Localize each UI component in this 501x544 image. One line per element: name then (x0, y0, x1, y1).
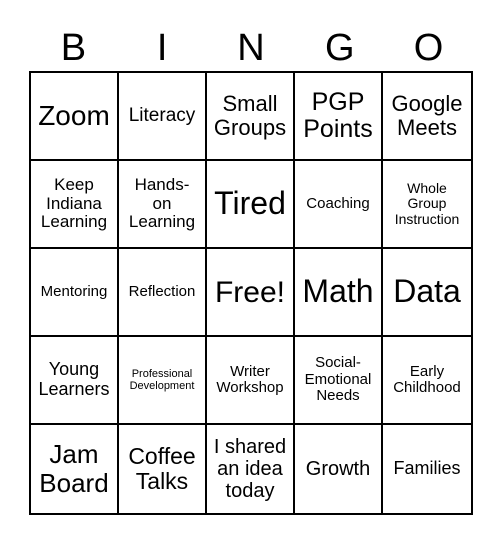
bingo-cell[interactable]: Literacy (119, 73, 207, 161)
bingo-cell-text: Writer Workshop (216, 362, 284, 396)
bingo-cell-text: Small Groups (213, 90, 287, 140)
bingo-cell-text: Coaching (306, 194, 370, 212)
bingo-cell-text: Jam Board (39, 439, 109, 498)
bingo-cell-text: Google Meets (391, 90, 463, 140)
bingo-cell-text: Mentoring (40, 282, 108, 300)
bingo-cell-text: Families (393, 458, 461, 479)
bingo-cell[interactable]: PGP Points (295, 73, 383, 161)
bingo-cell[interactable]: Free! (207, 249, 295, 337)
bingo-cell-text: Literacy (128, 104, 196, 126)
bingo-cell-text: I shared an idea today (213, 436, 287, 502)
bingo-cell-text: Zoom (38, 99, 110, 131)
bingo-cell-text: Hands- on Learning (128, 174, 196, 232)
bingo-cell[interactable]: Early Childhood (383, 337, 471, 425)
bingo-cell-text: Math (302, 273, 374, 310)
bingo-cell[interactable]: Small Groups (207, 73, 295, 161)
bingo-cell[interactable]: Writer Workshop (207, 337, 295, 425)
bingo-cell[interactable]: Math (295, 249, 383, 337)
bingo-cell[interactable]: Hands- on Learning (119, 161, 207, 249)
bingo-cell[interactable]: Reflection (119, 249, 207, 337)
bingo-cell-text: Coffee Talks (128, 442, 196, 494)
bingo-cell-text: Free! (214, 275, 286, 309)
header-letter: N (237, 27, 265, 69)
header-letter: I (156, 27, 168, 69)
bingo-cell-text: Whole Group Instruction (394, 179, 460, 227)
bingo-cell[interactable]: Professional Development (119, 337, 207, 425)
bingo-cell-text: Professional Development (129, 367, 195, 392)
bingo-header: BINGO (29, 26, 473, 70)
bingo-grid: Zoom Literacy Small Groups PGP Points Google… (29, 71, 473, 515)
bingo-cell[interactable]: Mentoring (31, 249, 119, 337)
bingo-cell-text: Growth (305, 458, 371, 480)
bingo-cell[interactable]: Coffee Talks (119, 425, 207, 513)
bingo-cell[interactable]: Keep Indiana Learning (31, 161, 119, 249)
bingo-cell[interactable]: I shared an idea today (207, 425, 295, 513)
bingo-cell[interactable]: Data (383, 249, 471, 337)
bingo-cell-text: Keep Indiana Learning (40, 174, 108, 232)
bingo-cell[interactable]: Tired (207, 161, 295, 249)
header-letter: B (60, 27, 87, 69)
bingo-cell-text: Tired (214, 185, 286, 222)
bingo-cell[interactable]: Google Meets (383, 73, 471, 161)
bingo-cell[interactable]: Families (383, 425, 471, 513)
bingo-cell[interactable]: Coaching (295, 161, 383, 249)
bingo-cell[interactable]: Whole Group Instruction (383, 161, 471, 249)
bingo-cell[interactable]: Growth (295, 425, 383, 513)
header-letter: O (413, 27, 444, 69)
bingo-cell-text: Reflection (128, 282, 196, 300)
bingo-cell[interactable]: Zoom (31, 73, 119, 161)
bingo-cell[interactable]: Young Learners (31, 337, 119, 425)
bingo-cell-text: Young Learners (38, 359, 110, 399)
bingo-cell[interactable]: Social- Emotional Needs (295, 337, 383, 425)
header-letter: G (325, 27, 355, 69)
bingo-cell-text: Social- Emotional Needs (304, 354, 372, 405)
bingo-cell[interactable]: Jam Board (31, 425, 119, 513)
bingo-cell-text: Data (393, 273, 461, 310)
bingo-cell-text: PGP Points (303, 87, 373, 143)
bingo-cell-text: Early Childhood (393, 362, 461, 396)
